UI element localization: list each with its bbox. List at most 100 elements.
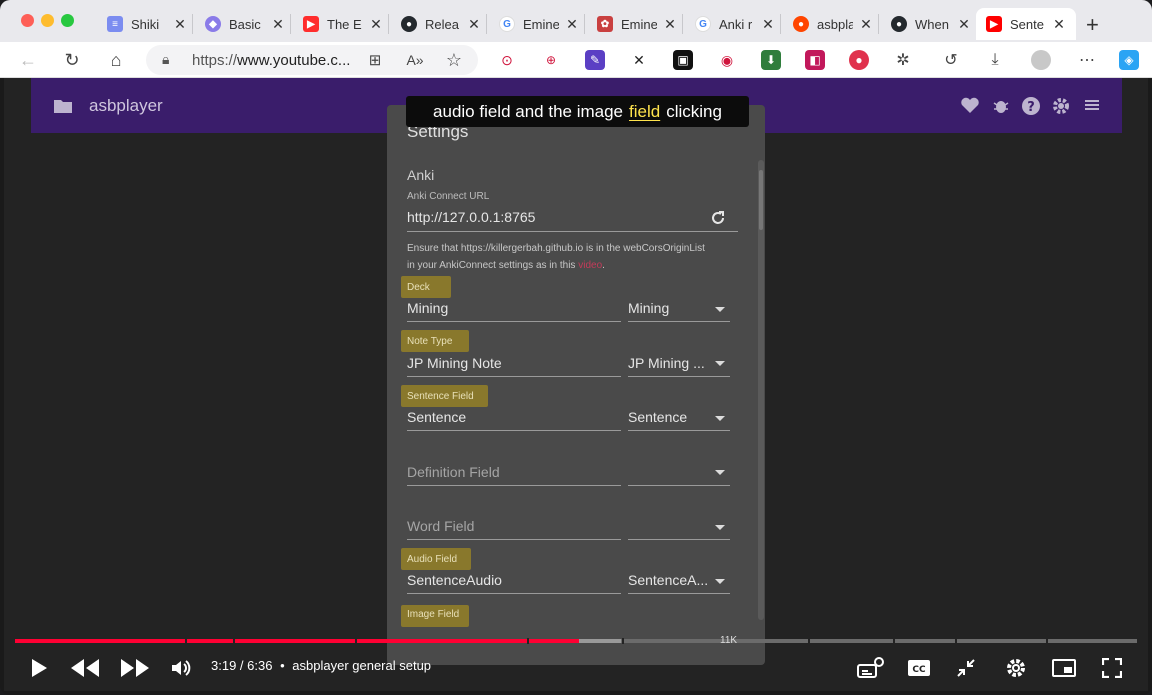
close-icon[interactable]: ✕ (761, 16, 775, 33)
close-icon[interactable]: ✕ (369, 16, 383, 33)
miniplayer-exit-button[interactable] (954, 656, 978, 680)
chevron-down-icon[interactable] (715, 307, 725, 312)
ublock-extension-icon[interactable]: ▣ (673, 50, 693, 70)
miniplayer-button[interactable] (1051, 656, 1077, 680)
next-button[interactable] (118, 656, 152, 680)
video-player[interactable]: asbplayer ? Settings Anki Anki Connect U… (4, 78, 1148, 691)
app-available-icon[interactable]: ⊞ (364, 49, 386, 71)
captions-button[interactable]: CC (907, 656, 931, 680)
help-icon[interactable]: ? (1021, 96, 1041, 116)
trello-extension-icon[interactable]: ◧ (805, 50, 825, 70)
anki-connect-url-label: Anki Connect URL (407, 191, 490, 202)
deck-select[interactable]: Mining (628, 300, 669, 316)
rewind-icon (71, 659, 99, 677)
progress-bar[interactable] (15, 637, 1137, 644)
youtube-icon: ▶ (986, 16, 1002, 32)
tab-asbplayer-reddit[interactable]: ● asbpla ✕ (793, 8, 873, 40)
address-bar[interactable]: 🔒︎ https://www.youtube.c... (146, 45, 478, 75)
previous-button[interactable] (68, 656, 102, 680)
minimize-window-button[interactable] (41, 14, 54, 27)
tab-release[interactable]: ● Relea ✕ (401, 8, 481, 40)
tab-emine-anki[interactable]: ✿ Emine ✕ (597, 8, 677, 40)
chapter-title[interactable]: asbplayer general setup (292, 658, 431, 673)
anki-connect-url-input[interactable]: http://127.0.0.1:8765 (407, 209, 535, 225)
alert-extension-icon[interactable]: ● (849, 50, 869, 70)
heart-icon[interactable] (960, 96, 980, 116)
copilot-icon[interactable]: ◈ (1119, 50, 1139, 70)
subtitle-settings-icon (857, 657, 884, 678)
favorite-star-icon[interactable]: ☆ (443, 49, 465, 71)
chevron-down-icon[interactable] (715, 579, 725, 584)
close-icon[interactable]: ✕ (1052, 16, 1066, 33)
fullscreen-icon (1102, 658, 1122, 678)
bug-icon[interactable] (991, 96, 1011, 116)
close-icon[interactable]: ✕ (859, 16, 873, 33)
close-icon[interactable]: ✕ (663, 16, 677, 33)
video-speed-extension-icon[interactable]: ⊙ (497, 50, 517, 70)
close-window-button[interactable] (21, 14, 34, 27)
autoplay-settings-button[interactable] (856, 656, 886, 680)
settings-gear-icon[interactable] (1051, 96, 1071, 116)
audio-field-label: Audio Field (407, 554, 458, 565)
chevron-down-icon[interactable] (715, 416, 725, 421)
play-button[interactable] (28, 656, 50, 680)
folder-icon[interactable] (53, 96, 73, 116)
back-arrow-icon[interactable]: ← (17, 49, 39, 71)
shuffle-extension-icon[interactable]: ✕ (629, 50, 649, 70)
audio-field-input[interactable]: SentenceAudio (407, 572, 502, 588)
volume-icon (172, 660, 191, 676)
chevron-down-icon[interactable] (715, 525, 725, 530)
chevron-down-icon[interactable] (715, 470, 725, 475)
reddit-icon: ● (793, 16, 809, 32)
tab-when[interactable]: ● When ✕ (891, 8, 971, 40)
note-type-select[interactable]: JP Mining ... (628, 355, 705, 371)
settings-scrollbar-thumb[interactable] (759, 170, 763, 230)
home-icon[interactable]: ⌂ (105, 49, 127, 71)
history-icon[interactable]: ↺ (941, 50, 961, 70)
github-icon: ● (401, 16, 417, 32)
youtube-icon: ▶ (303, 16, 319, 32)
avatar[interactable] (1031, 50, 1051, 70)
close-icon[interactable]: ✕ (173, 16, 187, 33)
pen-extension-icon[interactable]: ✎ (585, 50, 605, 70)
subtitle-caption: audio field and the image field clicking (406, 96, 749, 127)
download-extension-icon[interactable]: ⬇ (761, 50, 781, 70)
reload-icon[interactable]: ↻ (61, 49, 83, 71)
tab-anki-r[interactable]: G Anki r ✕ (695, 8, 775, 40)
close-icon[interactable]: ✕ (467, 16, 481, 33)
tab-sentence-active[interactable]: ▶ Sente ✕ (976, 8, 1076, 40)
volume-button[interactable] (169, 656, 193, 680)
audio-field-select[interactable]: SentenceA... (628, 572, 708, 588)
video-link[interactable]: video (578, 260, 602, 271)
google-icon: G (695, 16, 711, 32)
downloads-icon[interactable]: ⤓ (985, 50, 1005, 70)
close-icon[interactable]: ✕ (271, 16, 285, 33)
read-aloud-icon[interactable]: A» (404, 49, 426, 71)
play-icon (32, 659, 47, 677)
word-field-input[interactable]: Word Field (407, 518, 474, 534)
close-icon[interactable]: ✕ (957, 16, 971, 33)
extensions-puzzle-icon[interactable]: ✲ (893, 50, 913, 70)
tab-emine-google[interactable]: G Emine ✕ (499, 8, 579, 40)
tab-the-e[interactable]: ▶ The E ✕ (303, 8, 383, 40)
new-tab-button[interactable]: + (1086, 12, 1099, 38)
time-display: 3:19 / 6:36 • asbplayer general setup (211, 658, 432, 673)
close-icon[interactable]: ✕ (565, 16, 579, 33)
list-icon[interactable] (1082, 96, 1102, 116)
chevron-down-icon[interactable] (715, 361, 725, 366)
refresh-icon[interactable] (709, 209, 727, 227)
record-extension-icon[interactable]: ◉ (717, 50, 737, 70)
more-menu-icon[interactable]: ⋯ (1077, 50, 1097, 70)
definition-field-input[interactable]: Definition Field (407, 464, 500, 480)
deck-input[interactable]: Mining (407, 300, 448, 316)
zoom-window-button[interactable] (61, 14, 74, 27)
navigation-bar: ← ↻ ⌂ 🔒︎ https://www.youtube.c... ⊞ A» ☆… (0, 42, 1152, 78)
note-type-input[interactable]: JP Mining Note (407, 355, 502, 371)
player-settings-button[interactable] (1004, 656, 1028, 680)
sentence-field-select[interactable]: Sentence (628, 409, 687, 425)
sentence-field-input[interactable]: Sentence (407, 409, 466, 425)
magnifier-extension-icon[interactable]: ⊕ (541, 50, 561, 70)
tab-basic[interactable]: ◆ Basic ✕ (205, 8, 285, 40)
fullscreen-button[interactable] (1100, 656, 1124, 680)
tab-shiki[interactable]: ≡ Shiki ✕ (107, 8, 187, 40)
